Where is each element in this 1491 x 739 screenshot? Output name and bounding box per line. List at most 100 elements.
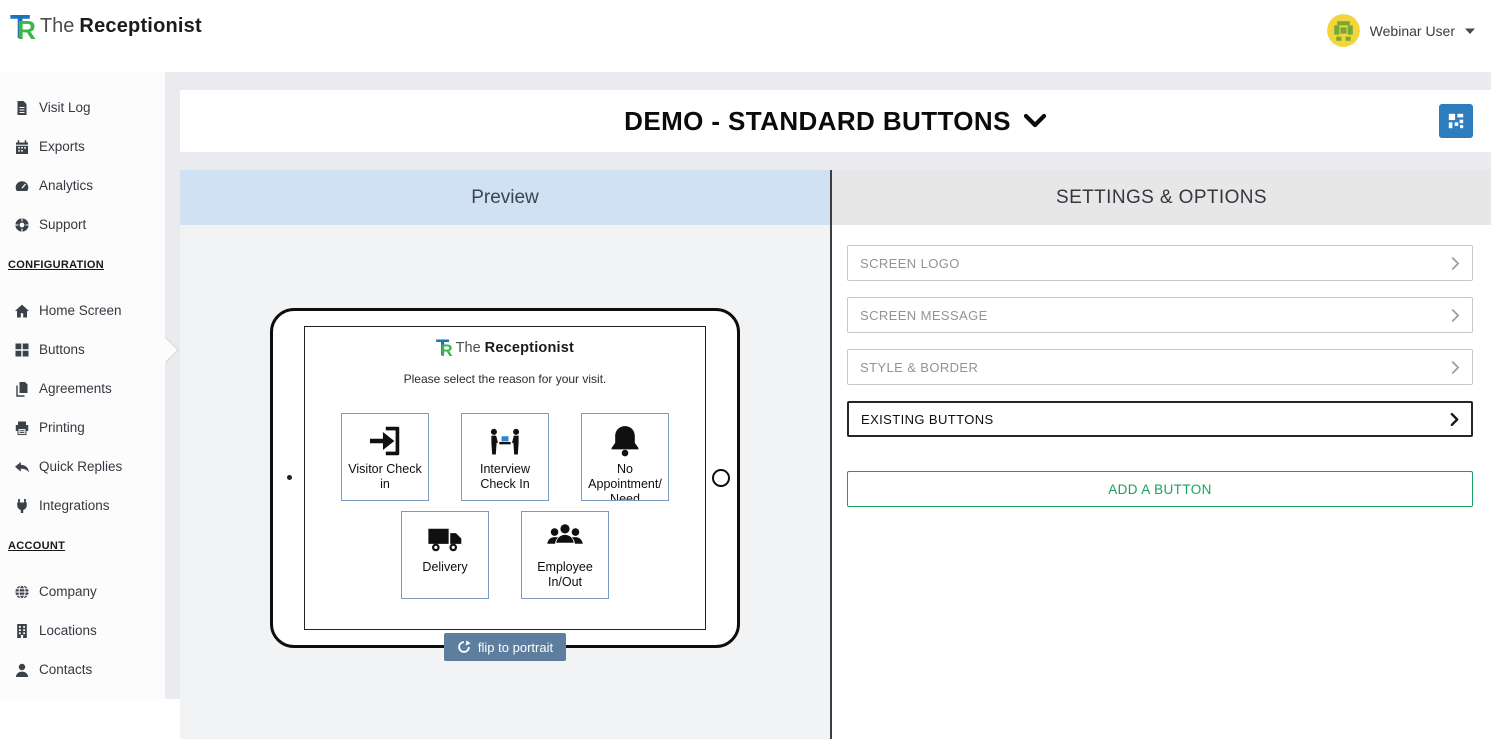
flip-button-label: flip to portrait (477, 639, 554, 655)
accordion-label: SCREEN LOGO (860, 255, 960, 271)
visit-button-interview-check-in[interactable]: Interview Check In (461, 413, 549, 501)
accordion-style-border[interactable]: STYLE & BORDER (847, 349, 1473, 385)
sidebar-item-label: Analytics (39, 178, 94, 193)
visit-button-no-appointment[interactable]: No Appointment/Need Assistance (581, 413, 669, 501)
welcome-message: Please select the reason for your visit. (403, 372, 607, 386)
settings-body: SCREEN LOGO SCREEN MESSAGE STYLE & BORDE… (832, 225, 1491, 739)
accordion-label: SCREEN MESSAGE (860, 307, 988, 323)
accordion-screen-logo[interactable]: SCREEN LOGO (847, 245, 1473, 281)
visit-button-label: Employee In/Out (537, 560, 593, 589)
main-content: DEMO - STANDARD BUTTONS Preview T R The (165, 72, 1491, 739)
building-icon (17, 623, 27, 638)
preview-body: T R The Receptionist Please select the r… (180, 225, 830, 739)
logo-r-mark: R (17, 14, 36, 45)
kiosk-qr-button[interactable] (1439, 104, 1473, 138)
visit-button-employee-in-out[interactable]: Employee In/Out (521, 511, 609, 599)
content-panel: Preview T R The Receptionist Please sele… (180, 170, 1491, 739)
sidebar-heading-account: ACCOUNT (8, 540, 66, 552)
visit-button-label: Delivery (422, 560, 468, 574)
chevron-right-icon (1451, 360, 1460, 374)
accordion-existing-buttons[interactable]: EXISTING BUTTONS (847, 401, 1473, 437)
visit-button-label: No Appointment/Need Assistance (588, 462, 662, 501)
sidebar-item-label: Locations (39, 623, 97, 638)
app-logo[interactable]: T R The Receptionist (10, 10, 202, 43)
sidebar-heading-configuration: CONFIGURATION (8, 259, 104, 271)
qr-code-icon (1448, 113, 1464, 129)
chevron-right-icon (1451, 308, 1460, 322)
tablet-screen: T R The Receptionist Please select the r… (304, 326, 706, 630)
exports-icon (16, 139, 28, 154)
sidebar-item-label: Buttons (39, 342, 85, 357)
sidebar-item-company[interactable]: Company (0, 572, 165, 611)
flip-to-portrait-button[interactable]: flip to portrait (443, 633, 567, 661)
visit-button-visitor-check-in[interactable]: Visitor Check in (341, 413, 429, 501)
sidebar-item-integrations[interactable]: Integrations (0, 486, 165, 525)
preview-column: Preview T R The Receptionist Please sele… (180, 170, 832, 739)
analytics-icon (15, 180, 29, 191)
user-name: Webinar User (1369, 22, 1455, 39)
sidebar-item-contacts[interactable]: Contacts (0, 650, 165, 689)
sidebar-item-label: Home Screen (39, 303, 122, 318)
rotate-icon (458, 640, 471, 653)
brand-name: Receptionist (79, 15, 202, 37)
chevron-right-icon (1451, 256, 1460, 270)
tablet-camera-dot (287, 475, 292, 480)
sidebar-item-locations[interactable]: Locations (0, 611, 165, 650)
sidebar-item-printing[interactable]: Printing (0, 408, 165, 447)
brand-the: The (39, 15, 75, 37)
interview-icon (490, 428, 520, 455)
sidebar-item-label: Printing (39, 420, 85, 435)
tablet-mockup: T R The Receptionist Please select the r… (270, 308, 740, 648)
sidebar-item-quick-replies[interactable]: Quick Replies (0, 447, 165, 486)
sidebar-item-label: Company (39, 584, 97, 599)
sidebar-item-label: Integrations (39, 498, 110, 513)
sidebar-item-label: Contacts (39, 662, 93, 677)
user-menu[interactable]: Webinar User (1326, 14, 1475, 47)
home-icon (15, 304, 29, 317)
brand-the: The (455, 340, 481, 356)
globe-icon (15, 584, 29, 599)
brand-name: Receptionist (484, 340, 575, 356)
visit-button-label: Interview Check In (479, 462, 531, 491)
title-bar: DEMO - STANDARD BUTTONS (180, 90, 1491, 152)
sidebar-item-label: Quick Replies (39, 459, 123, 474)
printer-icon (15, 421, 29, 435)
add-a-button-button[interactable]: ADD A BUTTON (847, 471, 1473, 507)
settings-column: SETTINGS & OPTIONS SCREEN LOGO SCREEN ME… (832, 170, 1491, 739)
sidebar-item-agreements[interactable]: Agreements (0, 369, 165, 408)
settings-header: SETTINGS & OPTIONS (832, 170, 1491, 225)
sidebar-item-label: Visit Log (39, 100, 91, 115)
accordion-label: STYLE & BORDER (860, 359, 979, 375)
logo-r-mark: R (440, 340, 453, 360)
caret-down-icon (1465, 28, 1475, 34)
agreements-icon (16, 381, 28, 397)
chevron-down-icon (1023, 113, 1046, 128)
sidebar: Visit Log Exports Analytics Support CONF… (0, 72, 165, 699)
sidebar-item-buttons[interactable]: Buttons (0, 330, 165, 369)
location-title-dropdown[interactable]: DEMO - STANDARD BUTTONS (624, 106, 1047, 137)
support-icon (15, 217, 29, 232)
plug-icon (17, 498, 27, 513)
accordion-screen-message[interactable]: SCREEN MESSAGE (847, 297, 1473, 333)
bell-icon (611, 426, 639, 457)
visit-button-delivery[interactable]: Delivery (401, 511, 489, 599)
buttons-grid-icon (15, 343, 29, 356)
sidebar-item-label: Agreements (39, 381, 112, 396)
sidebar-item-exports[interactable]: Exports (0, 127, 165, 166)
page-title: DEMO - STANDARD BUTTONS (624, 105, 1011, 136)
avatar (1326, 14, 1360, 47)
accordion-label: EXISTING BUTTONS (861, 411, 994, 427)
visit-log-icon (17, 100, 27, 115)
sidebar-item-label: Support (39, 217, 87, 232)
sidebar-item-support[interactable]: Support (0, 205, 165, 244)
sidebar-item-analytics[interactable]: Analytics (0, 166, 165, 205)
tablet-home-button (712, 469, 730, 487)
truck-icon (428, 528, 462, 552)
people-icon (547, 524, 583, 544)
top-bar: T R The Receptionist Webinar User (0, 0, 1491, 72)
reply-icon (15, 461, 29, 473)
sidebar-item-visit-log[interactable]: Visit Log (0, 88, 165, 127)
sign-in-icon (369, 426, 400, 456)
preview-header: Preview (180, 170, 830, 225)
sidebar-item-home-screen[interactable]: Home Screen (0, 291, 165, 330)
